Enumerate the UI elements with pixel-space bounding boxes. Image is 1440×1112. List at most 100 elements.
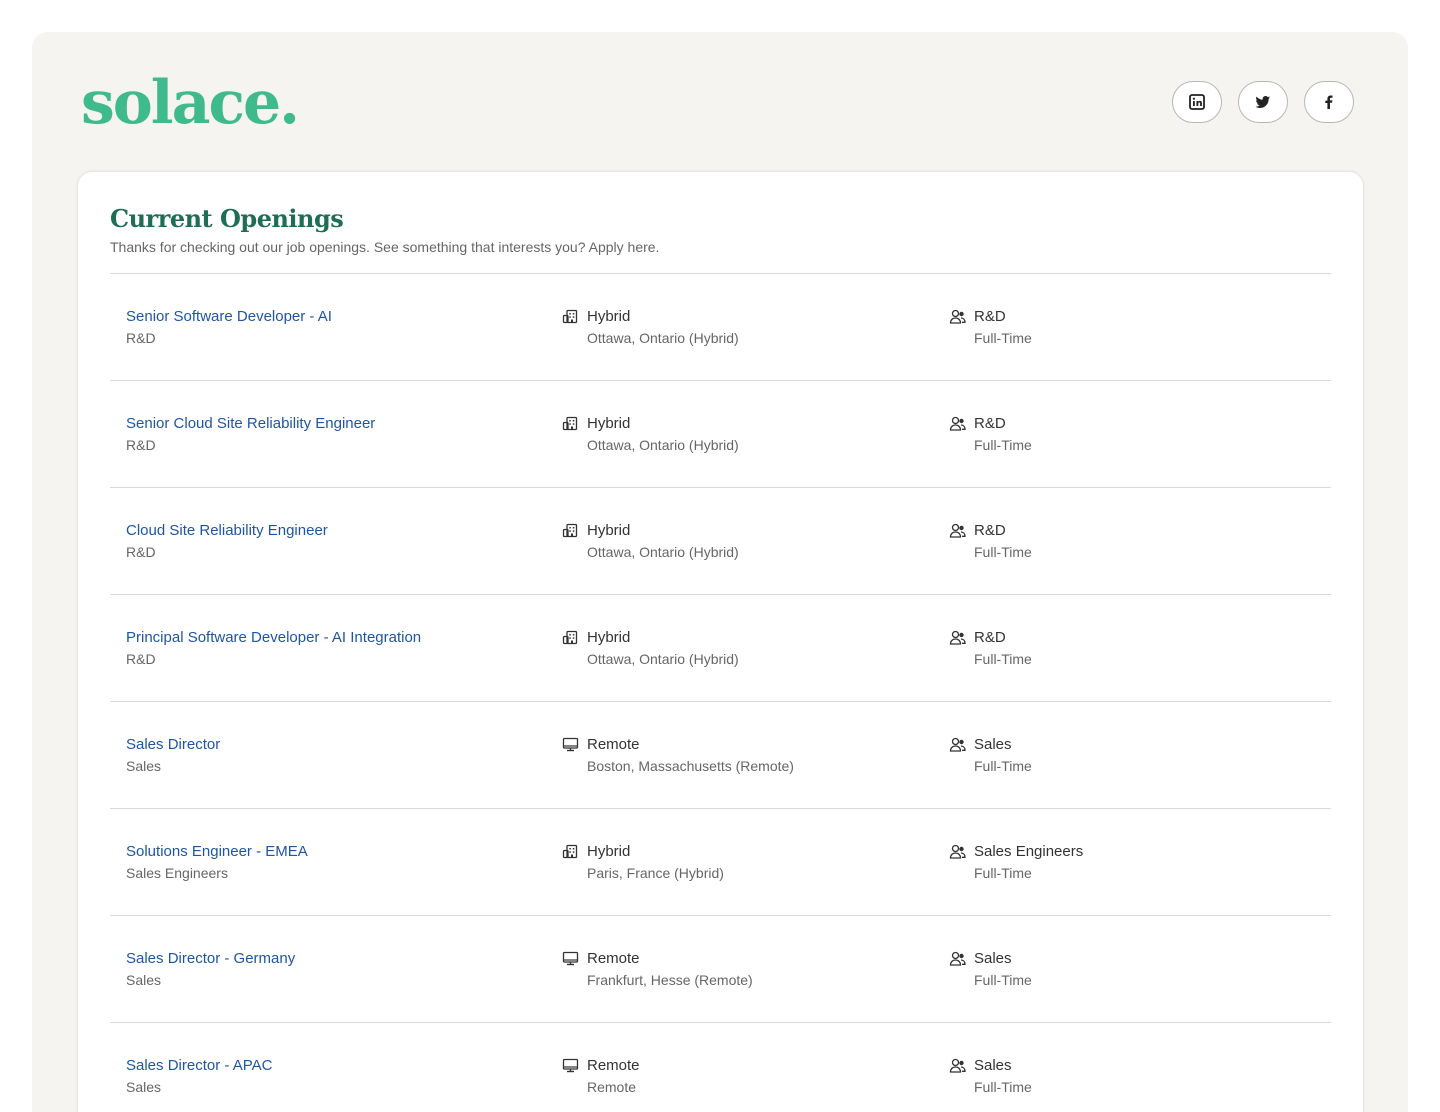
job-department: Sales — [126, 758, 162, 774]
team-icon — [949, 308, 974, 325]
job-location: Ottawa, Ontario (Hybrid) — [587, 651, 739, 667]
job-title-link[interactable]: Senior Cloud Site Reliability Engineer — [126, 415, 375, 432]
building-icon — [562, 308, 587, 325]
monitor-icon — [562, 1057, 587, 1074]
workplace-line: Hybrid — [562, 629, 739, 646]
job-department: R&D — [126, 651, 156, 667]
team-line: Sales — [949, 736, 1032, 753]
job-team-cell: Sales Engineers Full-Time — [949, 843, 1083, 881]
job-team-cell: Sales Full-Time — [949, 950, 1032, 988]
social-links — [1172, 81, 1354, 123]
job-location: Remote — [587, 1079, 637, 1095]
job-department: R&D — [126, 437, 156, 453]
workplace-line: Hybrid — [562, 308, 739, 325]
job-team: R&D — [974, 308, 1006, 325]
openings-card: Current Openings Thanks for checking out… — [78, 172, 1363, 1112]
job-location: Paris, France (Hybrid) — [587, 865, 724, 881]
job-title-cell: Cloud Site Reliability Engineer R&D — [126, 522, 328, 560]
building-icon — [562, 843, 587, 860]
linkedin-button[interactable] — [1172, 81, 1222, 123]
workplace-type: Hybrid — [587, 522, 631, 539]
job-row: Sales Director - Germany Sales Remote Frank… — [110, 916, 1331, 1023]
job-team-cell: Sales Full-Time — [949, 1057, 1032, 1095]
linkedin-icon — [1189, 94, 1205, 110]
page-title: Current Openings — [110, 204, 344, 233]
job-title-cell: Sales Director - APAC Sales — [126, 1057, 272, 1095]
workplace-line: Hybrid — [562, 415, 739, 432]
job-location: Boston, Massachusetts (Remote) — [587, 758, 794, 774]
building-icon — [562, 629, 587, 646]
job-title-link[interactable]: Sales Director - APAC — [126, 1057, 272, 1074]
facebook-button[interactable] — [1304, 81, 1354, 123]
employment-type: Full-Time — [974, 1079, 1032, 1095]
job-location-cell: Hybrid Ottawa, Ontario (Hybrid) — [562, 629, 739, 667]
job-location-cell: Hybrid Paris, France (Hybrid) — [562, 843, 724, 881]
team-line: R&D — [949, 308, 1032, 325]
job-department: R&D — [126, 330, 156, 346]
job-location-cell: Hybrid Ottawa, Ontario (Hybrid) — [562, 522, 739, 560]
workplace-line: Hybrid — [562, 522, 739, 539]
workplace-type: Remote — [587, 950, 640, 967]
twitter-icon — [1255, 96, 1270, 108]
workplace-line: Remote — [562, 736, 794, 753]
job-location: Ottawa, Ontario (Hybrid) — [587, 437, 739, 453]
job-team-cell: R&D Full-Time — [949, 522, 1032, 560]
job-title-link[interactable]: Senior Software Developer - AI — [126, 308, 332, 325]
job-department: R&D — [126, 544, 156, 560]
job-list: Senior Software Developer - AI R&D Hybrid O… — [110, 274, 1331, 1112]
job-title-cell: Senior Software Developer - AI R&D — [126, 308, 332, 346]
workplace-type: Hybrid — [587, 308, 631, 325]
team-line: Sales Engineers — [949, 843, 1083, 860]
job-title-cell: Principal Software Developer - AI Integr… — [126, 629, 421, 667]
team-icon — [949, 629, 974, 646]
job-row: Sales Director - APAC Sales Remote Remote Sa… — [110, 1023, 1331, 1112]
job-title-link[interactable]: Cloud Site Reliability Engineer — [126, 522, 328, 539]
employment-type: Full-Time — [974, 330, 1032, 346]
job-team-cell: Sales Full-Time — [949, 736, 1032, 774]
job-location: Frankfurt, Hesse (Remote) — [587, 972, 753, 988]
solace-logo[interactable]: solace. — [81, 68, 300, 138]
team-line: Sales — [949, 1057, 1032, 1074]
job-location: Ottawa, Ontario (Hybrid) — [587, 544, 739, 560]
job-location-cell: Hybrid Ottawa, Ontario (Hybrid) — [562, 308, 739, 346]
job-title-link[interactable]: Sales Director - Germany — [126, 950, 295, 967]
job-department: Sales — [126, 972, 162, 988]
employment-type: Full-Time — [974, 865, 1032, 881]
workplace-line: Hybrid — [562, 843, 724, 860]
job-team: Sales — [974, 1057, 1012, 1074]
job-title-cell: Senior Cloud Site Reliability Engineer R&… — [126, 415, 375, 453]
twitter-button[interactable] — [1238, 81, 1288, 123]
job-location-cell: Remote Boston, Massachusetts (Remote) — [562, 736, 794, 774]
employment-type: Full-Time — [974, 651, 1032, 667]
job-row: Senior Cloud Site Reliability Engineer R&… — [110, 381, 1331, 488]
job-department: Sales — [126, 1079, 162, 1095]
workplace-type: Hybrid — [587, 415, 631, 432]
job-team: R&D — [974, 415, 1006, 432]
job-title-link[interactable]: Solutions Engineer - EMEA — [126, 843, 308, 860]
job-row: Cloud Site Reliability Engineer R&D Hybrid… — [110, 488, 1331, 595]
job-location: Ottawa, Ontario (Hybrid) — [587, 330, 739, 346]
page-background: solace. Current Openings Thanks for chec… — [32, 32, 1408, 1112]
job-location-cell: Remote Frankfurt, Hesse (Remote) — [562, 950, 753, 988]
team-icon — [949, 415, 974, 432]
job-title-cell: Solutions Engineer - EMEA Sales Engineers — [126, 843, 308, 881]
team-icon — [949, 843, 974, 860]
workplace-type: Hybrid — [587, 629, 631, 646]
job-team: R&D — [974, 522, 1006, 539]
team-line: Sales — [949, 950, 1032, 967]
employment-type: Full-Time — [974, 544, 1032, 560]
employment-type: Full-Time — [974, 758, 1032, 774]
job-title-cell: Sales Director - Germany Sales — [126, 950, 295, 988]
job-row: Sales Director Sales Remote Boston, Massach… — [110, 702, 1331, 809]
team-icon — [949, 736, 974, 753]
job-team: Sales — [974, 736, 1012, 753]
job-title-link[interactable]: Sales Director — [126, 736, 220, 753]
employment-type: Full-Time — [974, 972, 1032, 988]
workplace-type: Remote — [587, 1057, 640, 1074]
building-icon — [562, 415, 587, 432]
job-title-link[interactable]: Principal Software Developer - AI Integr… — [126, 629, 421, 646]
workplace-line: Remote — [562, 950, 753, 967]
job-team-cell: R&D Full-Time — [949, 629, 1032, 667]
workplace-type: Remote — [587, 736, 640, 753]
job-team: Sales — [974, 950, 1012, 967]
